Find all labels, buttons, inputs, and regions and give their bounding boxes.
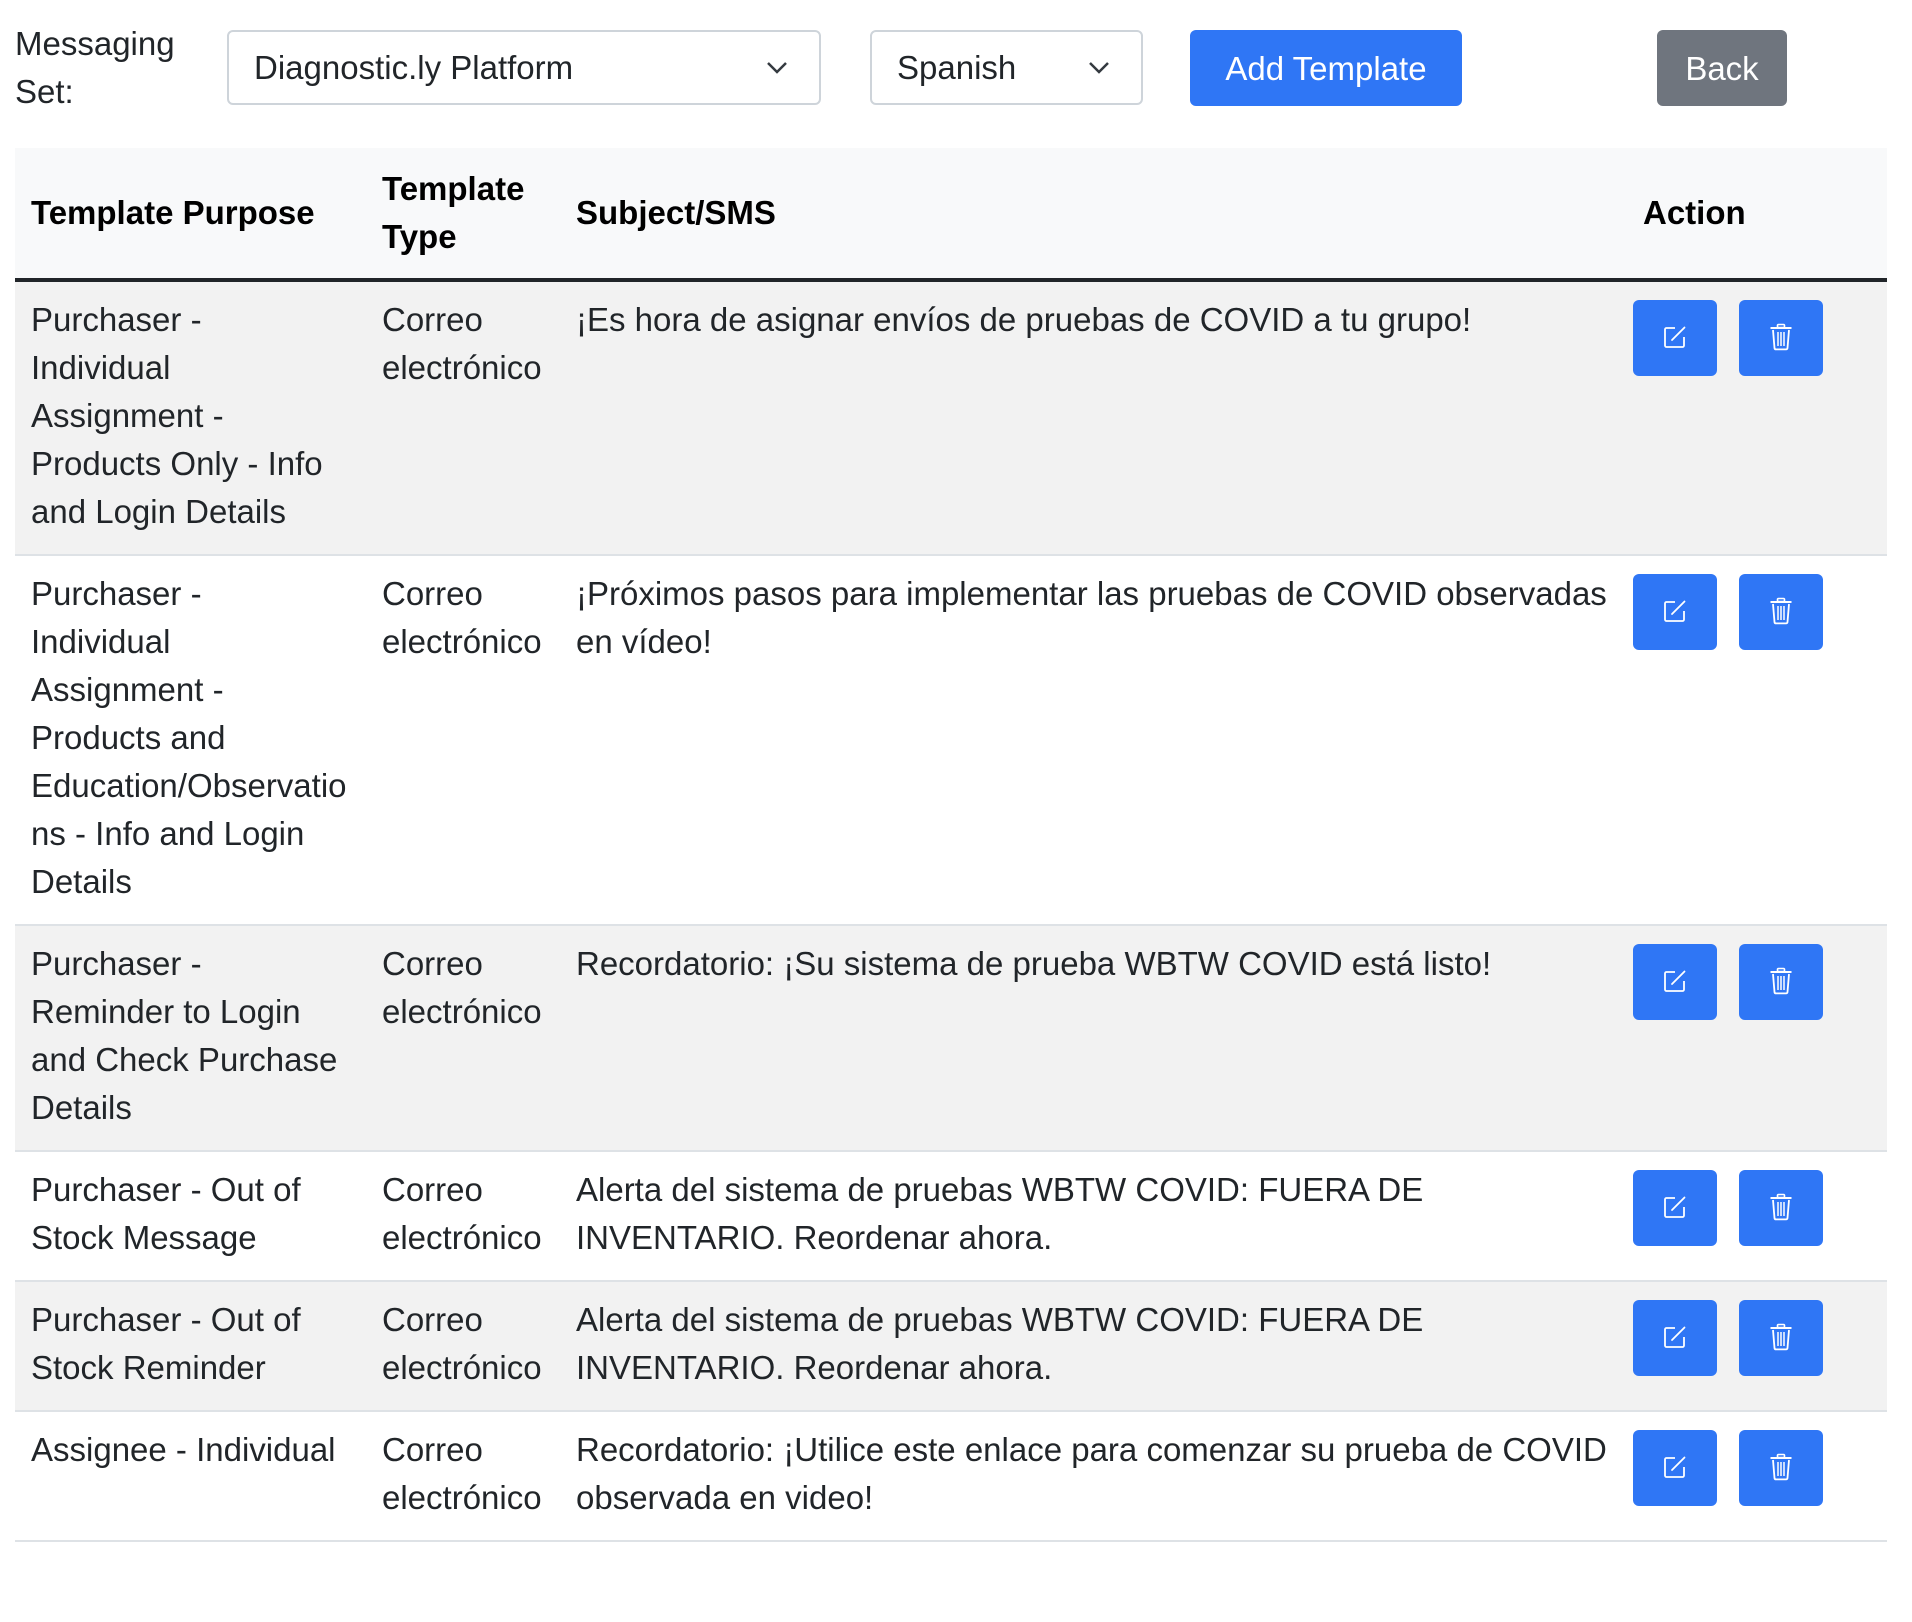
- edit-icon: [1662, 324, 1688, 353]
- table-row: Purchaser - Out of Stock Reminder Correo…: [15, 1281, 1887, 1412]
- row-actions: [1627, 925, 1887, 1152]
- template-subject: Alerta del sistema de pruebas WBTW COVID…: [560, 1151, 1627, 1282]
- back-button[interactable]: Back: [1657, 30, 1787, 106]
- add-template-button[interactable]: Add Template: [1190, 30, 1462, 106]
- template-type: Correo electrónico: [366, 1151, 560, 1282]
- table-row: Purchaser - Individual Assignment - Prod…: [15, 280, 1887, 556]
- toolbar: Messaging Set: Diagnostic.ly Platform Sp…: [0, 0, 1912, 140]
- row-actions: [1627, 1281, 1887, 1412]
- edit-icon: [1662, 1194, 1688, 1223]
- column-header-action: Action: [1627, 148, 1887, 282]
- template-subject: Recordatorio: ¡Utilice este enlace para …: [560, 1411, 1627, 1542]
- language-select[interactable]: Spanish: [870, 30, 1143, 105]
- template-purpose: Purchaser - Individual Assignment - Prod…: [15, 280, 366, 556]
- template-purpose: Assignee - Individual: [15, 1411, 366, 1542]
- platform-select-value: Diagnostic.ly Platform: [254, 49, 574, 86]
- template-subject: Alerta del sistema de pruebas WBTW COVID…: [560, 1281, 1627, 1412]
- template-type: Correo electrónico: [366, 555, 560, 926]
- column-header-type: Template Type: [366, 148, 560, 282]
- delete-button[interactable]: [1739, 300, 1824, 376]
- trash-icon: [1769, 1193, 1793, 1224]
- platform-select[interactable]: Diagnostic.ly Platform: [227, 30, 821, 105]
- edit-button[interactable]: [1633, 944, 1717, 1020]
- edit-button[interactable]: [1633, 300, 1717, 376]
- trash-icon: [1769, 323, 1793, 354]
- column-header-subject: Subject/SMS: [560, 148, 1627, 282]
- table-row: Purchaser - Reminder to Login and Check …: [15, 925, 1887, 1152]
- trash-icon: [1769, 1323, 1793, 1354]
- table-row: Assignee - Individual Correo electrónico…: [15, 1411, 1887, 1542]
- edit-button[interactable]: [1633, 574, 1717, 650]
- table-header-row: Template Purpose Template Type Subject/S…: [15, 148, 1887, 282]
- delete-button[interactable]: [1739, 1430, 1824, 1506]
- trash-icon: [1769, 597, 1793, 628]
- chevron-down-icon: [765, 32, 789, 103]
- template-type: Correo electrónico: [366, 1411, 560, 1542]
- trash-icon: [1769, 967, 1793, 998]
- edit-button[interactable]: [1633, 1430, 1717, 1506]
- template-subject: Recordatorio: ¡Su sistema de prueba WBTW…: [560, 925, 1627, 1152]
- edit-button[interactable]: [1633, 1170, 1717, 1246]
- row-actions: [1627, 1411, 1887, 1542]
- column-header-purpose: Template Purpose: [15, 148, 366, 282]
- edit-icon: [1662, 1454, 1688, 1483]
- messaging-set-label: Messaging Set:: [15, 25, 175, 110]
- template-purpose: Purchaser - Out of Stock Reminder: [15, 1281, 366, 1412]
- row-actions: [1627, 555, 1887, 926]
- table-row: Purchaser - Out of Stock Message Correo …: [15, 1151, 1887, 1282]
- edit-button[interactable]: [1633, 1300, 1717, 1376]
- delete-button[interactable]: [1739, 574, 1824, 650]
- trash-icon: [1769, 1453, 1793, 1484]
- template-purpose: Purchaser - Out of Stock Message: [15, 1151, 366, 1282]
- row-actions: [1627, 1151, 1887, 1282]
- edit-icon: [1662, 1324, 1688, 1353]
- delete-button[interactable]: [1739, 1300, 1824, 1376]
- edit-icon: [1662, 598, 1688, 627]
- table-row: Purchaser - Individual Assignment - Prod…: [15, 555, 1887, 926]
- language-select-value: Spanish: [897, 49, 1017, 86]
- delete-button[interactable]: [1739, 1170, 1824, 1246]
- template-purpose: Purchaser - Individual Assignment - Prod…: [15, 555, 366, 926]
- template-purpose: Purchaser - Reminder to Login and Check …: [15, 925, 366, 1152]
- templates-table: Template Purpose Template Type Subject/S…: [15, 148, 1887, 1542]
- template-subject: ¡Próximos pasos para implementar las pru…: [560, 555, 1627, 926]
- template-type: Correo electrónico: [366, 1281, 560, 1412]
- edit-icon: [1662, 968, 1688, 997]
- delete-button[interactable]: [1739, 944, 1824, 1020]
- template-type: Correo electrónico: [366, 925, 560, 1152]
- chevron-down-icon: [1087, 32, 1111, 103]
- template-type: Correo electrónico: [366, 280, 560, 556]
- template-subject: ¡Es hora de asignar envíos de pruebas de…: [560, 280, 1627, 556]
- row-actions: [1627, 280, 1887, 556]
